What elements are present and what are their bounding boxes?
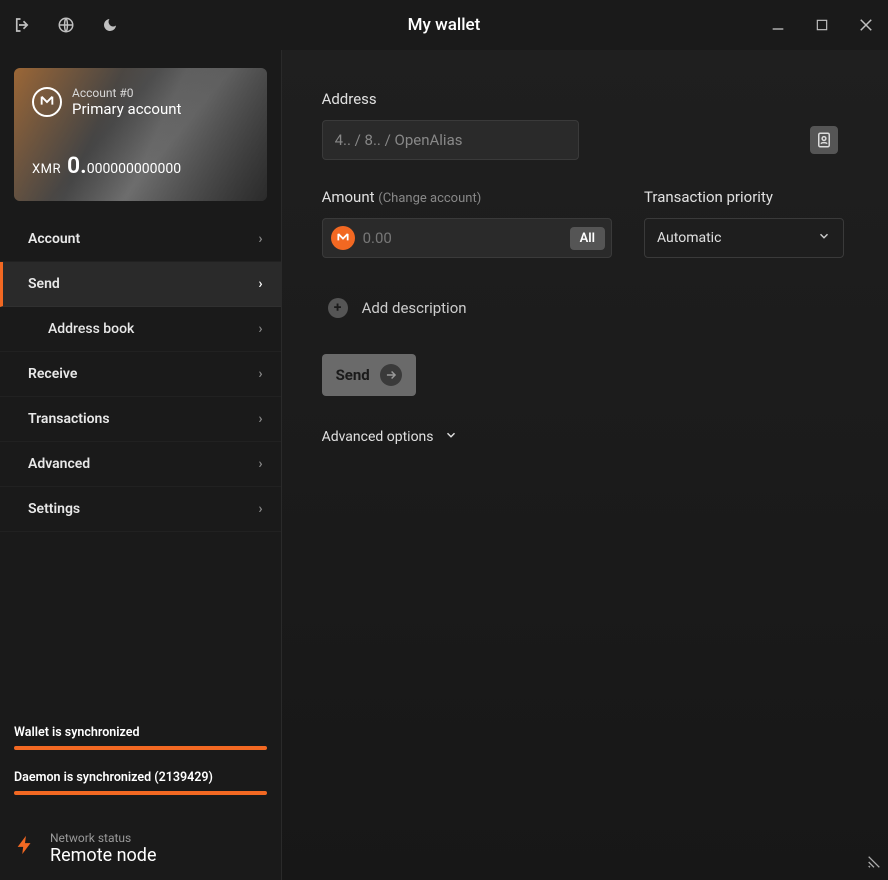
- nav-settings[interactable]: Settings ›: [0, 487, 281, 532]
- chevron-right-icon: ›: [258, 456, 262, 472]
- chevron-down-icon: [444, 428, 458, 446]
- nav-address-book[interactable]: Address book ›: [0, 307, 281, 352]
- daemon-sync-status: Daemon is synchronized (2139429): [14, 770, 267, 785]
- account-card[interactable]: Account #0 Primary account XMR 0.0000000…: [14, 68, 267, 201]
- minimize-icon[interactable]: [768, 15, 788, 35]
- monero-logo-icon: [32, 87, 62, 117]
- chevron-right-icon: ›: [258, 411, 262, 427]
- amount-all-button[interactable]: All: [570, 227, 605, 250]
- maximize-icon[interactable]: [812, 15, 832, 35]
- add-description-button[interactable]: + Add description: [322, 298, 844, 318]
- amount-input[interactable]: [363, 229, 562, 247]
- nav-receive[interactable]: Receive ›: [0, 352, 281, 397]
- nav-account[interactable]: Account ›: [0, 217, 281, 262]
- address-book-button[interactable]: [810, 126, 838, 154]
- wallet-sync-bar: [14, 746, 267, 750]
- account-number: Account #0: [72, 86, 181, 100]
- chevron-right-icon: ›: [258, 321, 262, 337]
- globe-icon[interactable]: [56, 15, 76, 35]
- nav-transactions[interactable]: Transactions ›: [0, 397, 281, 442]
- network-status[interactable]: Network status Remote node: [0, 825, 281, 880]
- send-button[interactable]: Send: [322, 354, 416, 396]
- window-title: My wallet: [120, 15, 768, 35]
- arrow-right-icon: [380, 364, 402, 386]
- address-input[interactable]: [322, 120, 579, 160]
- theme-moon-icon[interactable]: [100, 15, 120, 35]
- nav-advanced[interactable]: Advanced ›: [0, 442, 281, 487]
- change-account-link[interactable]: (Change account): [378, 191, 481, 206]
- wallet-sync-status: Wallet is synchronized: [14, 725, 267, 740]
- account-balance: XMR 0.000000000000: [32, 152, 249, 179]
- chevron-right-icon: ›: [258, 276, 262, 292]
- plus-icon: +: [328, 298, 348, 318]
- priority-select[interactable]: Automatic: [644, 218, 844, 258]
- daemon-sync-bar: [14, 791, 267, 795]
- amount-label: Amount (Change account): [322, 188, 612, 206]
- logout-icon[interactable]: [12, 15, 32, 35]
- account-name: Primary account: [72, 100, 181, 118]
- bolt-icon: [14, 831, 36, 866]
- close-icon[interactable]: [856, 15, 876, 35]
- chevron-right-icon: ›: [258, 501, 262, 517]
- monero-icon: [331, 226, 355, 250]
- address-label: Address: [322, 90, 844, 108]
- chevron-right-icon: ›: [258, 366, 262, 382]
- advanced-options-toggle[interactable]: Advanced options: [322, 428, 844, 446]
- chevron-right-icon: ›: [258, 231, 262, 247]
- priority-label: Transaction priority: [644, 188, 844, 206]
- nav-send[interactable]: Send ›: [0, 262, 281, 307]
- chevron-down-icon: [817, 229, 831, 247]
- resize-handle-icon[interactable]: [862, 854, 882, 870]
